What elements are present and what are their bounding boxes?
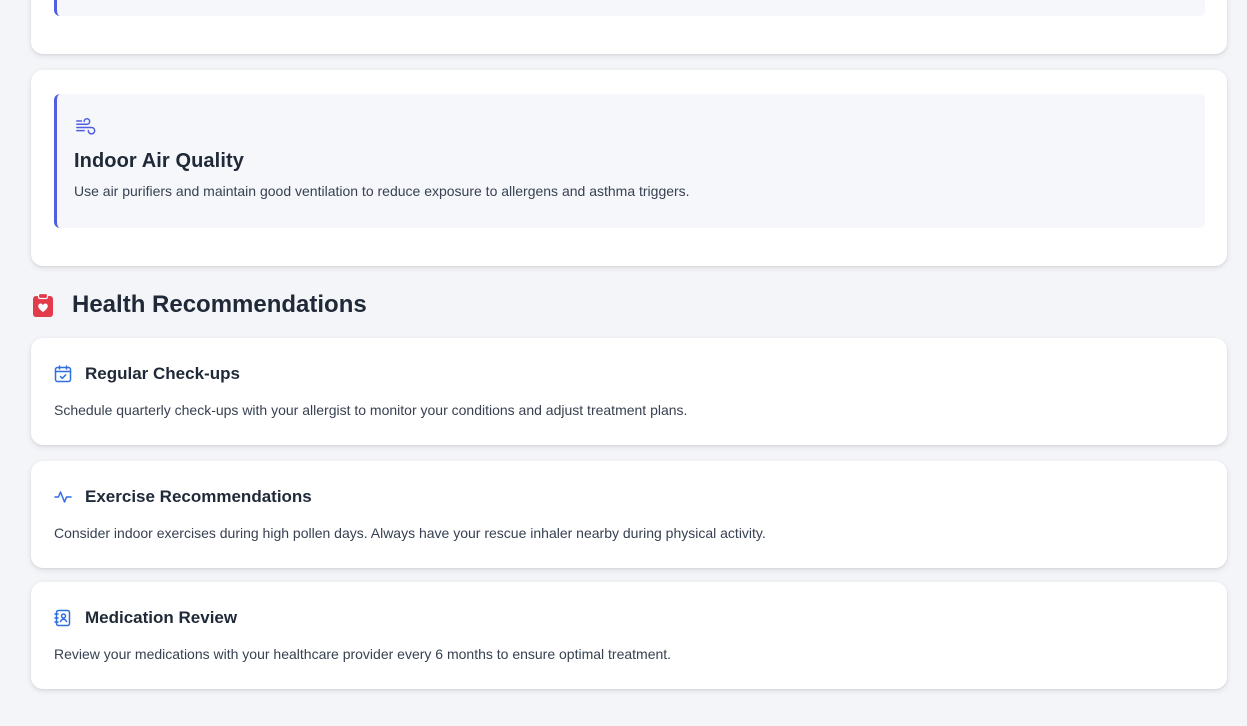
recommendation-title: Exercise Recommendations [85,487,312,506]
recommendation-card-checkups: Regular Check-ups Schedule quarterly che… [31,338,1227,445]
section-title: Health Recommendations [72,291,367,318]
recommendation-card-exercise: Exercise Recommendations Consider indoor… [31,461,1227,568]
page: Indoor Air Quality Use air purifiers and… [0,0,1247,726]
recommendation-card-medication: Medication Review Review your medication… [31,582,1227,689]
calendar-check-icon [54,365,72,383]
contact-book-icon [54,609,71,627]
recommendation-title: Regular Check-ups [85,364,240,383]
air-quality-title: Indoor Air Quality [74,150,244,172]
recommendation-title: Medication Review [85,608,238,627]
air-quality-tip-box: Indoor Air Quality Use air purifiers and… [54,94,1205,228]
activity-pulse-icon [54,491,72,503]
air-quality-card: Indoor Air Quality Use air purifiers and… [31,70,1227,266]
previous-tip-card [31,0,1227,54]
recommendation-text: Review your medications with your health… [54,646,672,662]
wind-icon [76,118,96,135]
air-quality-text: Use air purifiers and maintain good vent… [74,183,690,199]
clipboard-heart-icon [33,293,53,317]
recommendation-text: Consider indoor exercises during high po… [54,525,766,541]
previous-tip-box [54,0,1205,16]
recommendation-text: Schedule quarterly check-ups with your a… [54,402,688,418]
health-recommendations-heading: Health Recommendations [33,291,367,319]
